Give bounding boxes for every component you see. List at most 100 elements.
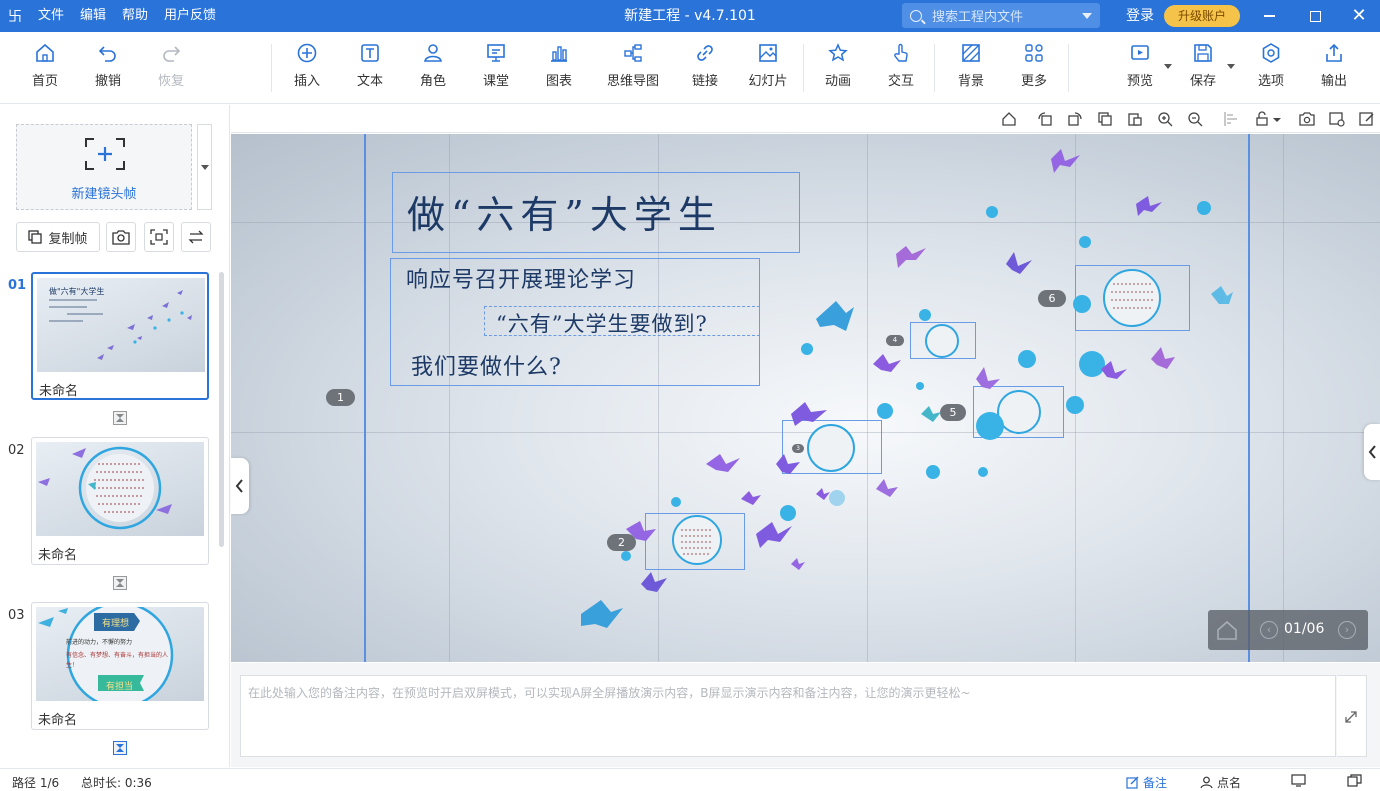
frames-panel: 新建镜头帧 复制帧 01 做"六有"大学生 未命名 02 未命名 03 有理想 …	[0, 105, 230, 767]
undo-icon	[98, 46, 116, 62]
window-mode-icon[interactable]	[1347, 774, 1362, 787]
interact-label: 交互	[887, 74, 914, 89]
rotate-left-icon[interactable]	[1037, 111, 1053, 127]
zoom-out-icon[interactable]	[1187, 111, 1203, 127]
frame-thumbnail[interactable]: 做"六有"大学生 未命名	[31, 272, 209, 400]
insert-button[interactable]: 插入	[277, 42, 337, 89]
align-left-icon[interactable]	[1223, 111, 1239, 127]
background-button[interactable]: 背景	[941, 42, 1001, 89]
lock-icon[interactable]	[1255, 111, 1283, 127]
toolbar-divider	[271, 44, 272, 92]
more-button[interactable]: 更多	[1004, 42, 1064, 89]
frame-thumbnail[interactable]: 有理想 前进的动力，不懈的努力 有信念、有梦想、有奋斗，有担当的人生！ 有担当 …	[31, 602, 209, 730]
text-button[interactable]: 文本	[340, 42, 400, 89]
frames-scrollbar[interactable]	[219, 272, 224, 547]
home-icon[interactable]	[1216, 620, 1238, 640]
new-frame-dropdown[interactable]	[197, 124, 212, 210]
notes-expand-panel	[1337, 675, 1367, 757]
menu-edit[interactable]: 编辑	[72, 0, 114, 32]
person-icon	[1200, 776, 1213, 789]
edit-icon[interactable]	[1359, 111, 1375, 127]
hand-pointer-icon	[894, 43, 908, 62]
swap-icon	[188, 230, 204, 244]
menu-file[interactable]: 文件	[30, 0, 72, 32]
preview-button[interactable]: 预览	[1110, 42, 1172, 89]
mindmap-icon	[624, 44, 642, 62]
frame-preview-image	[36, 442, 204, 536]
undo-label: 撤销	[94, 74, 121, 89]
notes-toggle-button[interactable]: 备注	[1126, 774, 1167, 791]
classroom-button[interactable]: 课堂	[466, 42, 526, 89]
login-button[interactable]: 登录	[1126, 0, 1154, 32]
chevron-down-icon[interactable]	[1164, 64, 1172, 69]
upgrade-account-button[interactable]: 升级账户	[1164, 5, 1240, 27]
transition-icon[interactable]	[113, 411, 127, 425]
total-duration: 总时长: 0:36	[81, 776, 152, 790]
animation-button[interactable]: 动画	[808, 42, 868, 89]
rotate-right-icon[interactable]	[1067, 111, 1083, 127]
chevron-down-icon[interactable]	[1227, 64, 1235, 69]
maximize-button[interactable]	[1292, 0, 1338, 32]
home-label: 首页	[31, 74, 58, 89]
undo-button[interactable]: 撤销	[78, 42, 138, 89]
app-logo-icon: 卐	[8, 9, 22, 25]
background-icon	[962, 44, 980, 62]
slides-button[interactable]: 幻灯片	[738, 42, 798, 89]
chart-button[interactable]: 图表	[529, 42, 589, 89]
frame-thumbnail[interactable]: 未命名	[31, 437, 209, 565]
frame-name: 未命名	[39, 384, 79, 399]
thumb-birds-decoration	[49, 290, 192, 360]
transition-icon[interactable]	[113, 576, 127, 590]
toolbar-divider	[1068, 44, 1069, 92]
link-button[interactable]: 链接	[675, 42, 735, 89]
chevron-down-icon[interactable]	[1082, 13, 1092, 19]
home-button[interactable]: 首页	[15, 42, 75, 89]
snapshot-button[interactable]	[106, 222, 136, 252]
expand-icon[interactable]	[1344, 710, 1358, 724]
camera-icon[interactable]	[1299, 111, 1315, 127]
export-button[interactable]: 输出	[1304, 42, 1364, 89]
link-label: 链接	[691, 74, 718, 89]
minimize-button[interactable]	[1246, 0, 1292, 32]
save-button[interactable]: 保存	[1173, 42, 1235, 89]
menu-help[interactable]: 帮助	[114, 0, 156, 32]
notes-input[interactable]: 在此处输入您的备注内容，在预览时开启双屏模式，可以实现A屏全屏播放演示内容，B屏…	[240, 675, 1336, 757]
transition-icon[interactable]	[113, 741, 127, 755]
zoom-in-icon[interactable]	[1157, 111, 1173, 127]
interact-button[interactable]: 交互	[871, 42, 931, 89]
new-frame-button[interactable]: 新建镜头帧	[16, 124, 192, 210]
collapse-left-panel-button[interactable]	[231, 458, 249, 514]
image-icon	[759, 44, 777, 62]
next-frame-button[interactable]: ›	[1338, 621, 1356, 639]
project-search[interactable]: 搜索工程内文件	[902, 3, 1100, 28]
new-frame-label: 新建镜头帧	[71, 187, 137, 202]
image-settings-icon[interactable]	[1329, 111, 1345, 127]
mindmap-button[interactable]: 思维导图	[601, 42, 665, 89]
play-icon	[1131, 45, 1149, 60]
copy-icon[interactable]	[1097, 111, 1113, 127]
gear-icon	[1262, 43, 1280, 63]
frame-counter: 01/06	[1284, 621, 1325, 637]
expand-right-panel-button[interactable]	[1364, 424, 1380, 480]
frame-number: 02	[8, 443, 25, 458]
home-icon[interactable]	[1001, 111, 1017, 127]
rollcall-button[interactable]: 点名	[1200, 774, 1241, 791]
swap-frames-button[interactable]	[181, 222, 211, 252]
role-label: 角色	[419, 74, 446, 89]
frame-pager: ‹ 01/06 ›	[1208, 610, 1368, 650]
copy-frame-button[interactable]: 复制帧	[16, 222, 100, 252]
menu-feedback[interactable]: 用户反馈	[156, 0, 224, 32]
previous-frame-button[interactable]: ‹	[1260, 621, 1278, 639]
path-indicator: 路径 1/6	[12, 776, 60, 790]
frame-circles	[672, 269, 1161, 565]
close-button[interactable]: ✕	[1336, 0, 1380, 32]
role-button[interactable]: 角色	[403, 42, 463, 89]
thumb-tag: 有担当	[106, 682, 134, 692]
fit-frame-button[interactable]	[144, 222, 174, 252]
redo-button[interactable]: 恢复	[141, 42, 201, 89]
screen-icon[interactable]	[1291, 774, 1306, 787]
rollcall-label: 点名	[1217, 776, 1242, 790]
options-button[interactable]: 选项	[1241, 42, 1301, 89]
paste-icon[interactable]	[1127, 111, 1143, 127]
editing-canvas[interactable]: 做“六有”大学生 响应号召开展理论学习 “六有”大学生要做到? 我们要做什么? …	[231, 134, 1380, 662]
